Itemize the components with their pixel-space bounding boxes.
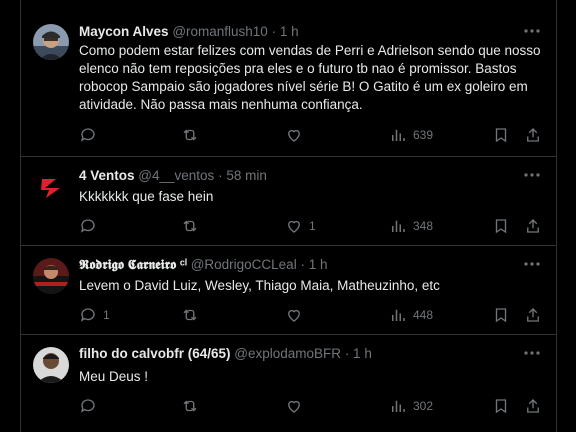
reply-icon (80, 219, 95, 233)
share-icon (527, 219, 539, 233)
share-icon (527, 128, 539, 142)
like-button[interactable] (285, 305, 309, 325)
like-icon (288, 309, 300, 322)
display-name[interactable]: Maycon Alves (79, 24, 169, 39)
tweet-actions: 302 (79, 396, 544, 416)
timestamp[interactable]: · 1 h (272, 24, 299, 39)
tweet[interactable]: 4 Ventos @4__ventos · 58 min Kkkkkkk que… (21, 157, 556, 246)
tweet-text: Como podem estar felizes com vendas de P… (79, 43, 541, 112)
more-icon[interactable] (522, 344, 542, 362)
timestamp[interactable]: · 58 min (218, 168, 267, 183)
repost-button[interactable] (181, 125, 205, 145)
views-button[interactable]: 448 (389, 305, 433, 325)
display-name[interactable]: 4 Ventos (79, 168, 135, 183)
like-count: 1 (309, 219, 316, 233)
share-button[interactable] (524, 305, 542, 325)
views-button[interactable]: 302 (389, 396, 433, 416)
display-name[interactable]: filho do calvobfr (64/65) (79, 346, 231, 361)
display-name[interactable]: 𝕽𝖔𝖉𝖗𝖎𝖌𝖔 𝕮𝖆𝖗𝖓𝖊𝖎𝖗𝖔 ᶜˡ (79, 257, 187, 272)
timeline: Maycon Alves @romanflush10 · 1 h Como po… (20, 0, 557, 432)
user-handle[interactable]: @4__ventos (138, 168, 214, 183)
views-icon (392, 129, 405, 141)
repost-icon (183, 220, 197, 232)
views-icon (392, 309, 405, 321)
share-icon (527, 399, 539, 413)
repost-button[interactable] (181, 305, 205, 325)
reply-icon (80, 308, 95, 322)
bookmark-icon (495, 308, 507, 323)
avatar[interactable] (33, 169, 69, 205)
bookmark-icon (495, 128, 507, 143)
repost-button[interactable] (181, 216, 205, 236)
tweet-header: 𝕽𝖔𝖉𝖗𝖎𝖌𝖔 𝕮𝖆𝖗𝖓𝖊𝖎𝖗𝖔 ᶜˡ @RodrigoCCLeal · 1 h (79, 256, 516, 274)
tweet-header: 4 Ventos @4__ventos · 58 min (79, 167, 516, 185)
reply-button[interactable] (79, 125, 103, 145)
repost-icon (183, 309, 197, 321)
timestamp[interactable]: · 1 h (345, 346, 372, 361)
share-icon (527, 308, 539, 322)
reply-count: 1 (103, 308, 110, 322)
like-icon (288, 400, 300, 413)
reply-icon (80, 128, 95, 142)
tweet[interactable]: 𝕽𝖔𝖉𝖗𝖎𝖌𝖔 𝕮𝖆𝖗𝖓𝖊𝖎𝖗𝖔 ᶜˡ @RodrigoCCLeal · 1 h… (21, 246, 556, 335)
avatar[interactable] (33, 258, 69, 294)
tweet[interactable]: filho do calvobfr (64/65) @explodamoBFR … (21, 335, 556, 432)
tweet-actions: 639 (79, 125, 544, 145)
bookmark-button[interactable] (492, 125, 510, 145)
tweet-header: filho do calvobfr (64/65) @explodamoBFR … (79, 345, 516, 363)
user-handle[interactable]: @explodamoBFR (234, 346, 341, 361)
like-button[interactable]: 1 (285, 216, 316, 236)
user-handle[interactable]: @romanflush10 (172, 24, 268, 39)
views-count: 639 (413, 128, 434, 142)
tweet-header: Maycon Alves @romanflush10 · 1 h (79, 23, 516, 41)
bookmark-button[interactable] (492, 305, 510, 325)
avatar[interactable] (33, 24, 69, 60)
like-button[interactable] (285, 396, 309, 416)
tweet[interactable]: Maycon Alves @romanflush10 · 1 h Como po… (21, 0, 556, 157)
bookmark-button[interactable] (492, 216, 510, 236)
like-icon (288, 129, 300, 142)
bookmark-icon (495, 399, 507, 414)
views-icon (392, 220, 405, 232)
views-count: 302 (413, 399, 434, 413)
tweet-actions: 1 348 (79, 216, 544, 236)
views-button[interactable]: 348 (389, 216, 433, 236)
avatar[interactable] (33, 347, 69, 383)
like-icon (288, 220, 300, 233)
reply-button[interactable] (79, 396, 103, 416)
tweet-text: Meu Deus ! (79, 369, 149, 384)
reply-button[interactable] (79, 216, 103, 236)
reply-button[interactable]: 1 (79, 305, 110, 325)
reply-icon (80, 399, 95, 413)
timestamp[interactable]: · 1 h (300, 257, 327, 272)
views-button[interactable]: 639 (389, 125, 433, 145)
repost-icon (183, 129, 197, 141)
repost-icon (183, 400, 197, 412)
share-button[interactable] (524, 396, 542, 416)
more-icon[interactable] (522, 22, 542, 40)
share-button[interactable] (524, 125, 542, 145)
like-button[interactable] (285, 125, 309, 145)
views-count: 448 (413, 308, 434, 322)
bookmark-button[interactable] (492, 396, 510, 416)
tweet-text: Levem o David Luiz, Wesley, Thiago Maia,… (79, 278, 440, 293)
more-icon[interactable] (522, 166, 542, 184)
views-count: 348 (413, 219, 434, 233)
share-button[interactable] (524, 216, 542, 236)
user-handle[interactable]: @RodrigoCCLeal (191, 257, 297, 272)
repost-button[interactable] (181, 396, 205, 416)
tweet-actions: 1 448 (79, 305, 544, 325)
views-icon (392, 400, 405, 412)
bookmark-icon (495, 219, 507, 234)
more-icon[interactable] (522, 255, 542, 273)
tweet-text: Kkkkkkk que fase hein (79, 189, 214, 204)
